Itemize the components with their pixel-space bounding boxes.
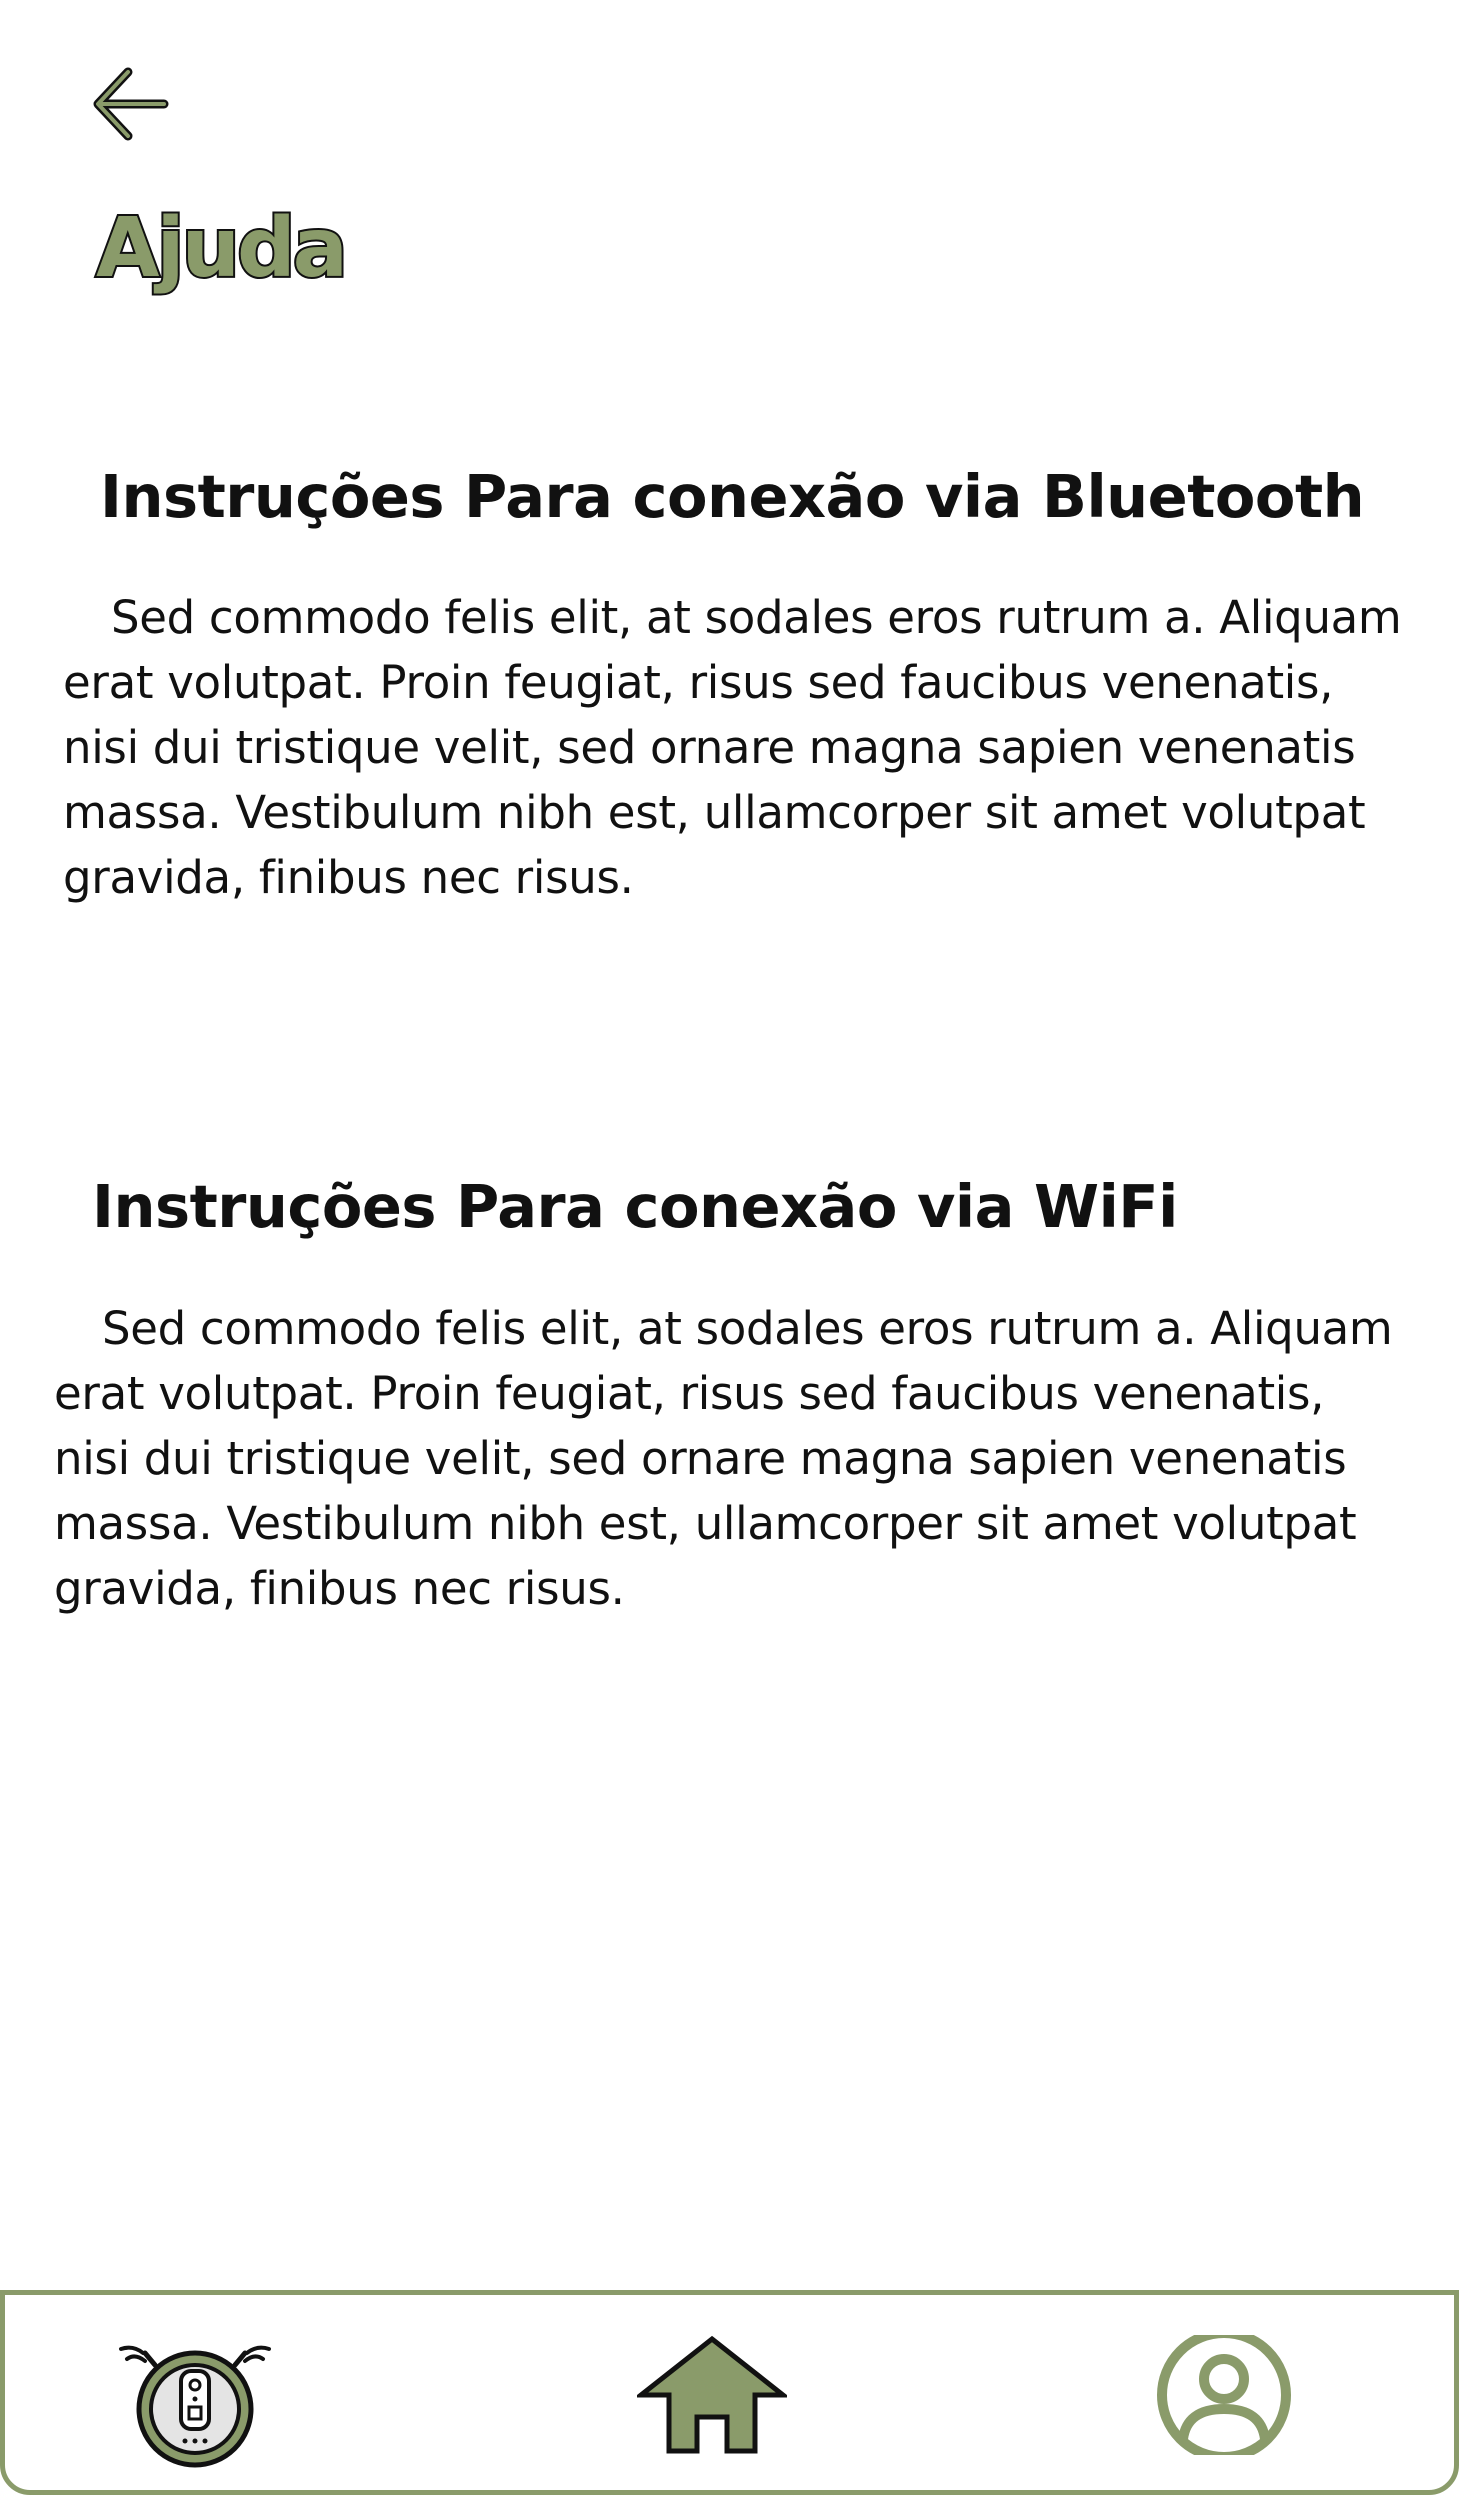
nav-item-home[interactable] [633, 2335, 791, 2455]
section-heading-wifi: Instruções Para conexão via WiFi [92, 1172, 1178, 1241]
back-button[interactable] [92, 66, 172, 142]
page-title: Ajuda [94, 199, 350, 298]
home-icon [633, 2335, 791, 2454]
user-profile-icon [1157, 2328, 1291, 2462]
section-heading-bluetooth: Instruções Para conexão via Bluetooth [100, 462, 1365, 531]
nav-item-profile[interactable] [1153, 2328, 1295, 2462]
bottom-nav [0, 2290, 1459, 2495]
arrow-left-icon [93, 67, 169, 141]
section-body-wifi: Sed commodo felis elit, at sodales eros … [54, 1302, 1393, 1615]
section-body-bluetooth: Sed commodo felis elit, at sodales eros … [63, 591, 1402, 904]
robot-vacuum-icon [119, 2345, 271, 2468]
nav-item-devices[interactable] [115, 2327, 275, 2477]
